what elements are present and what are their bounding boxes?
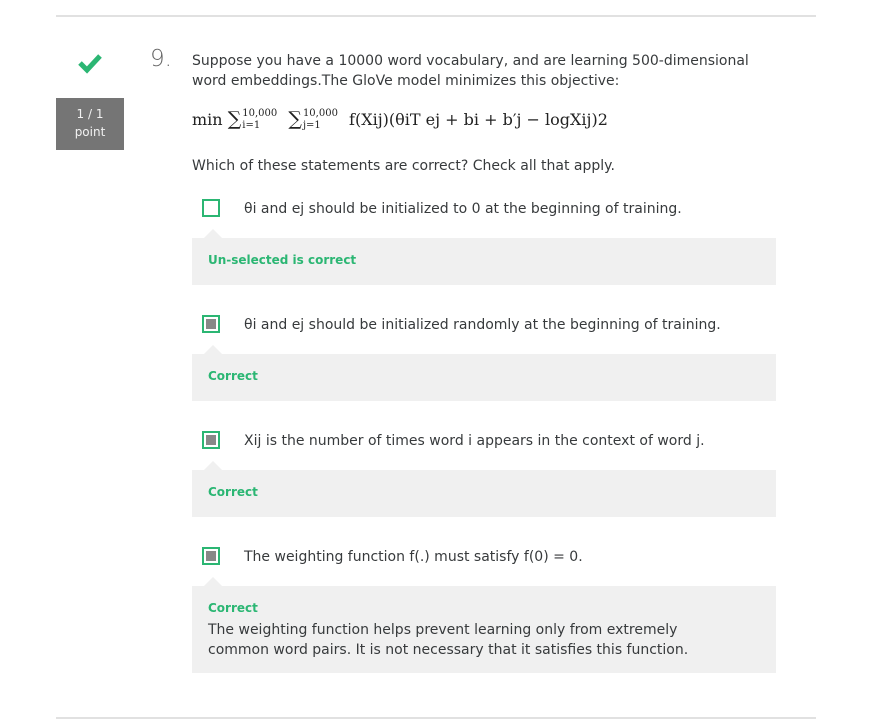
option-4-checkbox[interactable] (202, 547, 220, 565)
option-1-feedback-status: Un-selected is correct (208, 253, 357, 267)
option-4-feedback-explanation: The weighting function helps prevent lea… (208, 622, 689, 658)
option-2-label: θi and ej should be initialized randomly… (244, 317, 721, 333)
score-unit: point (74, 125, 106, 139)
score-badge: 1 / 1 point (56, 98, 124, 150)
score-value: 1 / 1 (76, 107, 104, 121)
option-2-feedback: Correct (192, 345, 776, 401)
sum-j-lower: j=1 (302, 119, 321, 131)
option-3-feedback: Correct (192, 461, 776, 517)
option-4-label: The weighting function f(.) must satisfy… (244, 549, 583, 565)
option-4-feedback-status: Correct (208, 601, 258, 615)
sum-i-upper: 10,000 (242, 107, 278, 119)
question-instruction: Which of these statements are correct? C… (192, 158, 615, 174)
option-3-feedback-status: Correct (208, 485, 258, 499)
sum-i-lower: i=1 (242, 119, 261, 131)
sum-i: ∑ 10,000 i=1 (227, 107, 278, 131)
top-divider (56, 15, 816, 17)
option-2-feedback-status: Correct (208, 369, 258, 383)
option-2-checkbox[interactable] (202, 315, 220, 333)
option-1-checkbox[interactable] (202, 199, 220, 217)
bottom-divider (56, 717, 816, 719)
formula-min: min (192, 110, 223, 129)
option-4-feedback: Correct The weighting function helps pre… (192, 577, 776, 673)
option-3-checkbox[interactable] (202, 431, 220, 449)
question-text: Suppose you have a 10000 word vocabulary… (192, 53, 749, 89)
question-number: 9. (150, 46, 172, 72)
sum-j: ∑ 10,000 j=1 (288, 107, 338, 131)
option-1-label: θi and ej should be initialized to 0 at … (244, 201, 682, 217)
formula-body: f(Xij)(θiT ej + bi + b′j − logXij)2 (349, 110, 608, 129)
sum-j-upper: 10,000 (302, 107, 338, 119)
checkmark-icon (78, 54, 102, 74)
option-1-feedback: Un-selected is correct (192, 229, 776, 285)
objective-formula: min ∑ 10,000 i=1 ∑ 10,000 j=1 f(Xij)(θiT ej … (192, 108, 608, 133)
option-3-label: Xij is the number of times word i appear… (244, 433, 705, 449)
